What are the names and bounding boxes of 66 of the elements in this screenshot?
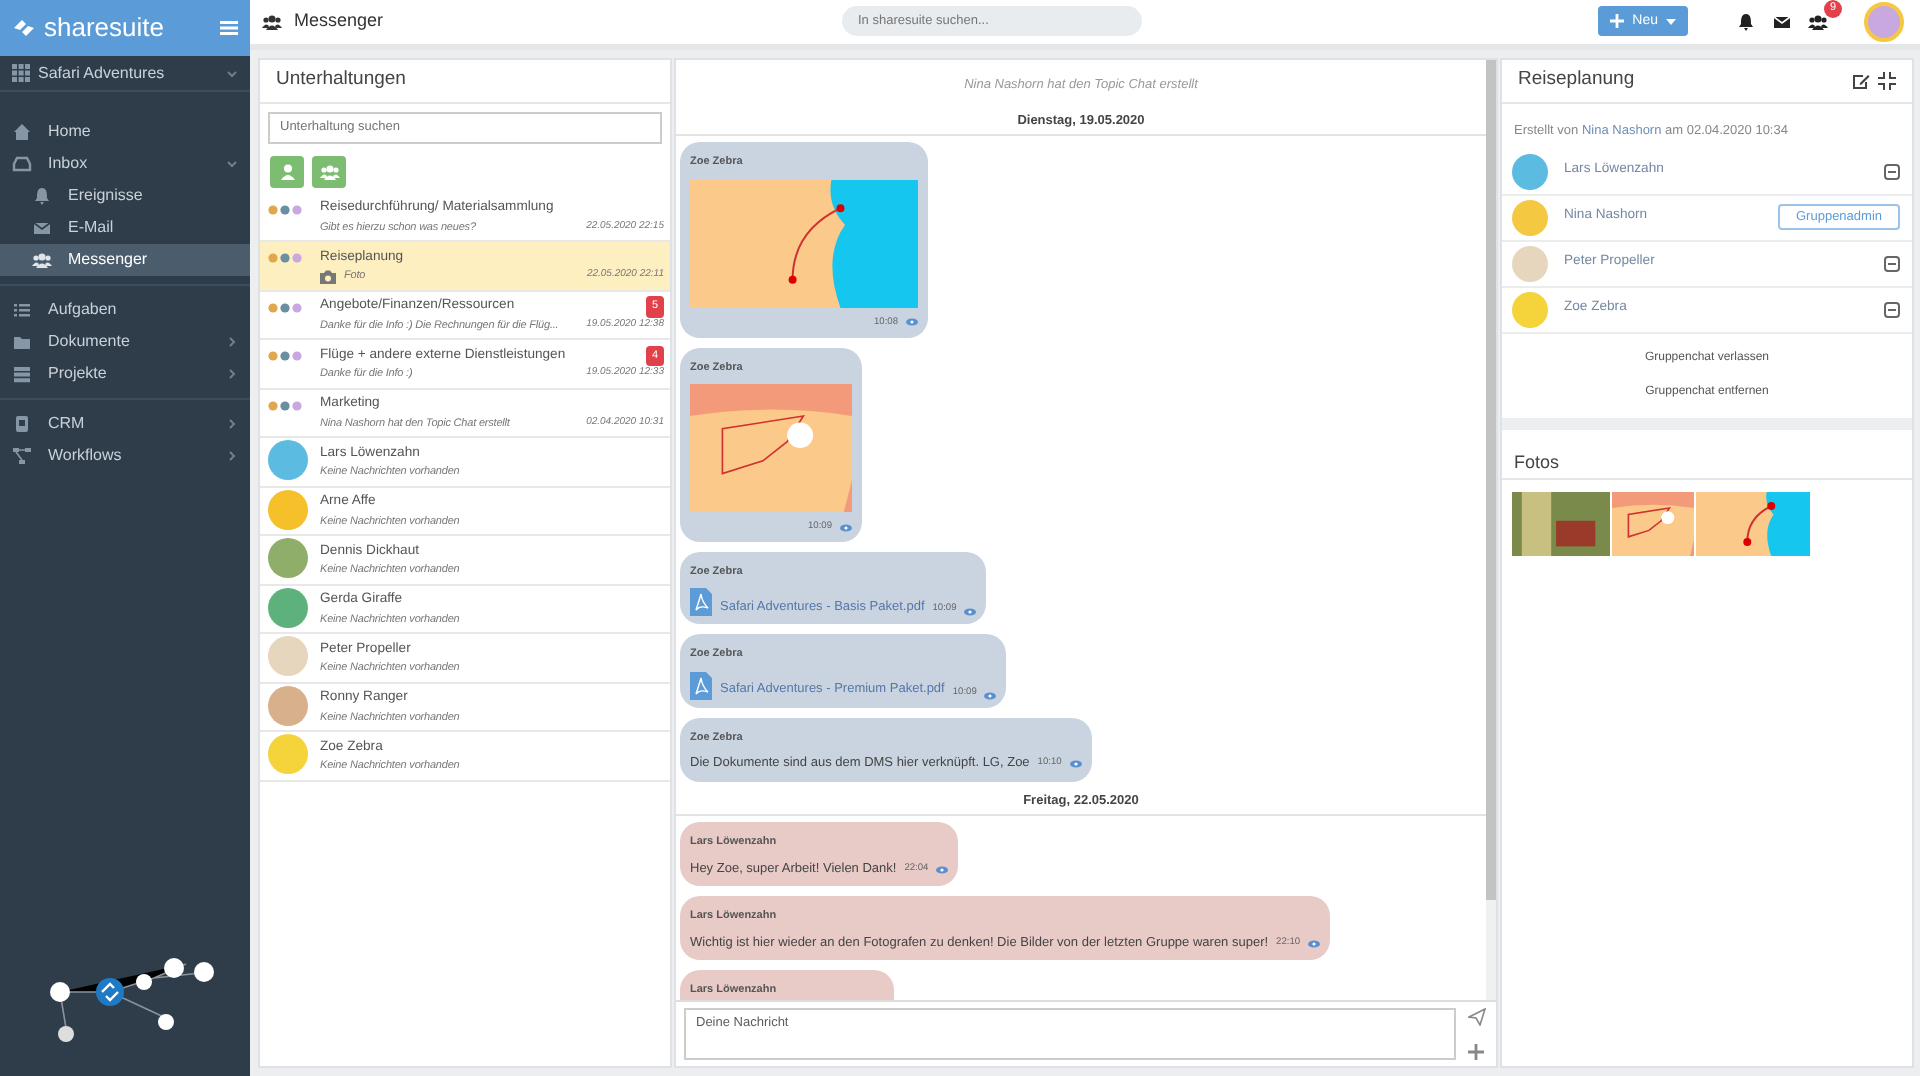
group-icon <box>32 250 52 270</box>
caret-icon <box>1666 17 1676 26</box>
sidebar-item[interactable]: Messenger <box>0 244 250 276</box>
sidebar-item[interactable]: CRM <box>0 408 250 440</box>
list-icon <box>12 300 32 320</box>
sidebar-item[interactable]: Ereignisse <box>0 180 250 212</box>
remove-icon[interactable] <box>1884 301 1900 318</box>
sidebar-item[interactable]: Projekte <box>0 358 250 390</box>
eye-icon <box>906 318 918 327</box>
remove-icon[interactable] <box>1884 163 1900 180</box>
bell-icon <box>32 186 52 206</box>
brand-name: sharesuite <box>44 10 164 47</box>
user-avatar[interactable] <box>1864 1 1904 42</box>
plus-icon[interactable] <box>1468 1044 1485 1060</box>
group-avatars-icon <box>268 203 304 216</box>
panel-title: Reiseplanung <box>1518 66 1635 95</box>
collapse-icon[interactable] <box>1878 71 1896 90</box>
panel-title: Unterhaltungen <box>276 66 406 95</box>
grid-icon <box>12 64 30 82</box>
eye-icon <box>840 523 852 532</box>
new-group-button[interactable] <box>312 155 346 188</box>
chevron-down-icon <box>226 67 238 79</box>
send-icon[interactable] <box>1467 1008 1486 1026</box>
sidebar-item[interactable]: Workflows <box>0 440 250 472</box>
section-title: Fotos <box>1514 451 1560 472</box>
group-icon <box>319 161 339 182</box>
group-avatars-icon <box>268 399 304 412</box>
board-icon <box>12 364 32 384</box>
home-icon <box>12 122 32 142</box>
group-avatars-icon <box>268 350 304 363</box>
id-card-icon <box>12 414 32 434</box>
sidebar-item[interactable]: Aufgaben <box>0 294 250 326</box>
pdf-file-icon <box>690 588 712 617</box>
eye-icon <box>1069 759 1082 768</box>
group-avatars-icon <box>268 301 304 314</box>
sidebar-item[interactable]: E-Mail <box>0 212 250 244</box>
eye-icon <box>984 691 997 700</box>
workflow-icon <box>12 446 32 466</box>
sidebar-item[interactable]: Dokumente <box>0 326 250 358</box>
scrollbar[interactable] <box>1486 59 1496 900</box>
workspace-selector[interactable]: Safari Adventures <box>0 56 250 92</box>
map-thumbnail[interactable] <box>1696 491 1810 556</box>
person-icon <box>279 163 295 180</box>
eye-icon <box>936 865 949 874</box>
new-chat-button[interactable] <box>270 155 304 188</box>
envelope-icon <box>32 218 52 238</box>
envelope-icon[interactable] <box>1772 11 1792 32</box>
inbox-icon <box>12 154 32 174</box>
map-thumbnail[interactable] <box>1612 491 1694 556</box>
menu-icon[interactable] <box>220 20 238 36</box>
logo-icon <box>12 16 36 40</box>
eye-icon <box>1308 939 1321 948</box>
photo-thumbnail[interactable] <box>1512 491 1610 556</box>
bell-icon[interactable] <box>1736 11 1756 32</box>
eye-icon <box>964 608 977 617</box>
sidebar-item[interactable]: Home <box>0 116 250 148</box>
sidebar-item[interactable]: Inbox <box>0 148 250 180</box>
group-icon <box>262 11 286 32</box>
group-icon[interactable] <box>1808 11 1832 32</box>
plus-icon <box>1610 14 1625 29</box>
pdf-file-icon <box>690 671 712 700</box>
group-avatars-icon <box>268 252 304 265</box>
remove-icon[interactable] <box>1884 255 1900 272</box>
folder-icon <box>12 332 32 352</box>
edit-icon[interactable] <box>1852 71 1870 90</box>
page-title: Messenger <box>294 8 384 35</box>
